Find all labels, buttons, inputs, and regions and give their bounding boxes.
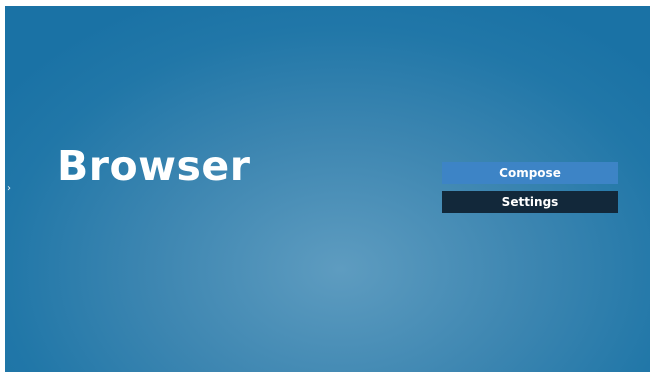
compose-button[interactable]: Compose bbox=[442, 162, 618, 184]
main-menu: Compose Settings bbox=[442, 162, 618, 213]
settings-button[interactable]: Settings bbox=[442, 191, 618, 213]
app-screen: › Browser Compose Settings ‹ bbox=[5, 6, 650, 372]
page-title: Browser bbox=[57, 142, 251, 190]
chevron-right-icon[interactable]: › bbox=[7, 184, 11, 194]
